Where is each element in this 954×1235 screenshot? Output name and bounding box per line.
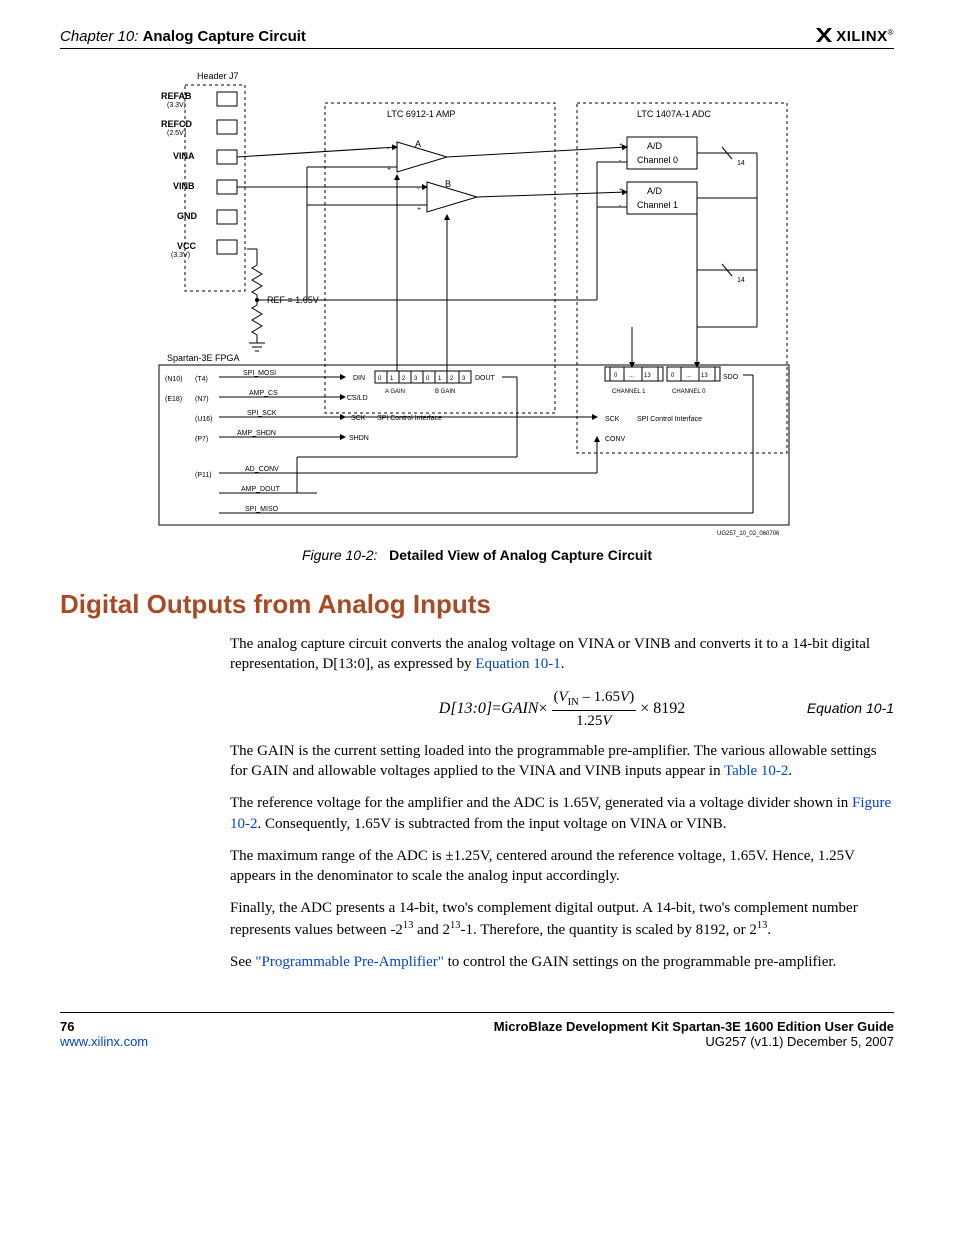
equation-10-1: D[13:0] = GAIN × (VIN – 1.65V) 1.25V × 8… (230, 687, 894, 731)
svg-text:(2.5V): (2.5V) (167, 130, 186, 137)
equation-label: Equation 10-1 (807, 699, 894, 718)
figure-label: Figure 10-2: (302, 547, 377, 563)
chapter-name: Analog Capture Circuit (143, 28, 306, 45)
svg-text:SDO: SDO (723, 374, 739, 381)
svg-text:A/D: A/D (647, 141, 663, 151)
page-number: 76 (60, 1019, 148, 1034)
figure-diagram: text { font-family: Arial, Helvetica, sa… (157, 67, 797, 537)
svg-text:SCK: SCK (351, 415, 366, 422)
svg-text:(U16): (U16) (195, 416, 213, 423)
paragraph-4: The maximum range of the ADC is ±1.25V, … (230, 846, 894, 887)
svg-text:Header J7: Header J7 (197, 71, 239, 81)
svg-text:VCC: VCC (177, 241, 197, 251)
section-heading: Digital Outputs from Analog Inputs (60, 589, 894, 620)
svg-text:14: 14 (737, 277, 745, 284)
logo-text: XILINX (836, 28, 887, 45)
svg-text:SPI Control Interface: SPI Control Interface (637, 416, 702, 423)
svg-text:CS/LD: CS/LD (347, 395, 368, 402)
svg-text:1: 1 (390, 376, 394, 382)
svg-text:Channel 0: Channel 0 (637, 155, 678, 165)
svg-text:3: 3 (414, 376, 418, 382)
svg-text:0: 0 (378, 376, 382, 382)
svg-text:Spartan-3E FPGA: Spartan-3E FPGA (167, 353, 240, 363)
svg-text:AD_CONV: AD_CONV (245, 466, 279, 473)
svg-text:...: ... (686, 373, 691, 379)
chapter-label: Chapter 10: (60, 28, 138, 45)
paragraph-3: The reference voltage for the amplifier … (230, 793, 894, 834)
svg-text:2: 2 (450, 376, 454, 382)
svg-text:SPI_MISO: SPI_MISO (245, 506, 279, 513)
svg-text:(3.3V): (3.3V) (167, 102, 186, 109)
svg-text:+: + (619, 142, 623, 149)
registered-mark: ® (888, 28, 894, 37)
chapter-title: Chapter 10: Analog Capture Circuit (60, 28, 306, 45)
svg-text:3: 3 (462, 376, 466, 382)
svg-text:+: + (417, 206, 421, 213)
svg-text:GND: GND (177, 211, 198, 221)
svg-text:SHDN: SHDN (349, 435, 369, 442)
link-equation-10-1[interactable]: Equation 10-1 (475, 656, 560, 672)
page-header: Chapter 10: Analog Capture Circuit XILIN… (60, 28, 894, 49)
svg-text:1: 1 (438, 376, 442, 382)
svg-text:(N7): (N7) (195, 396, 209, 403)
svg-text:2: 2 (402, 376, 406, 382)
svg-text:REFCD: REFCD (161, 119, 192, 129)
figure-caption-text: Detailed View of Analog Capture Circuit (389, 547, 652, 563)
svg-text:CHANNEL 0: CHANNEL 0 (672, 389, 706, 395)
svg-text:LTC 1407A-1 ADC: LTC 1407A-1 ADC (637, 109, 711, 119)
svg-text:SPI_SCK: SPI_SCK (247, 410, 277, 417)
page-footer: 76 www.xilinx.com MicroBlaze Development… (60, 1012, 894, 1049)
svg-text:VINA: VINA (173, 151, 195, 161)
svg-text:B GAIN: B GAIN (435, 389, 455, 395)
svg-text:(E18): (E18) (165, 396, 182, 403)
paragraph-2: The GAIN is the current setting loaded i… (230, 741, 894, 782)
doc-title: MicroBlaze Development Kit Spartan-3E 16… (494, 1019, 894, 1034)
svg-text:DIN: DIN (353, 375, 365, 382)
svg-text:A/D: A/D (647, 186, 663, 196)
paragraph-5: Finally, the ADC presents a 14-bit, two'… (230, 898, 894, 940)
svg-text:0: 0 (426, 376, 430, 382)
svg-text:CHANNEL 1: CHANNEL 1 (612, 389, 646, 395)
svg-text:13: 13 (644, 373, 651, 379)
link-table-10-2[interactable]: Table 10-2 (724, 763, 788, 779)
svg-text:SCK: SCK (605, 416, 620, 423)
paragraph-1: The analog capture circuit converts the … (230, 634, 894, 675)
svg-text:AMP_CS: AMP_CS (249, 390, 278, 397)
link-programmable-preamp[interactable]: "Programmable Pre-Amplifier" (255, 954, 443, 970)
svg-text:0: 0 (671, 373, 675, 379)
svg-text:A: A (415, 139, 421, 149)
svg-text:UG257_10_02_060706: UG257_10_02_060706 (717, 531, 780, 537)
svg-text:CONV: CONV (605, 436, 626, 443)
svg-text:+: + (619, 187, 623, 194)
paragraph-6: See "Programmable Pre-Amplifier" to cont… (230, 952, 894, 972)
footer-url[interactable]: www.xilinx.com (60, 1034, 148, 1049)
svg-text:0: 0 (614, 373, 618, 379)
doc-revision: UG257 (v1.1) December 5, 2007 (494, 1034, 894, 1049)
xilinx-logo: XILINX® (816, 28, 894, 45)
svg-text:A GAIN: A GAIN (385, 389, 405, 395)
svg-text:SPI Control Interface: SPI Control Interface (377, 415, 442, 422)
svg-text:(N10): (N10) (165, 376, 183, 383)
figure-caption: Figure 10-2: Detailed View of Analog Cap… (60, 547, 894, 563)
svg-text:...: ... (629, 373, 634, 379)
svg-text:B: B (445, 179, 451, 189)
svg-text:DOUT: DOUT (475, 375, 496, 382)
svg-text:(P11): (P11) (195, 472, 212, 479)
svg-text:(3.3V): (3.3V) (171, 252, 190, 259)
svg-text:Channel 1: Channel 1 (637, 200, 678, 210)
svg-text:14: 14 (737, 160, 745, 167)
svg-text:13: 13 (701, 373, 708, 379)
svg-text:(P7): (P7) (195, 436, 208, 443)
svg-text:VINB: VINB (173, 181, 195, 191)
svg-text:LTC 6912-1 AMP: LTC 6912-1 AMP (387, 109, 455, 119)
svg-text:AMP_SHDN: AMP_SHDN (237, 430, 276, 437)
svg-text:AMP_DOUT: AMP_DOUT (241, 486, 281, 493)
svg-text:(T4): (T4) (195, 376, 208, 383)
svg-text:REFAB: REFAB (161, 91, 192, 101)
body-content: The analog capture circuit converts the … (230, 634, 894, 972)
svg-text:SPI_MOSI: SPI_MOSI (243, 370, 276, 377)
